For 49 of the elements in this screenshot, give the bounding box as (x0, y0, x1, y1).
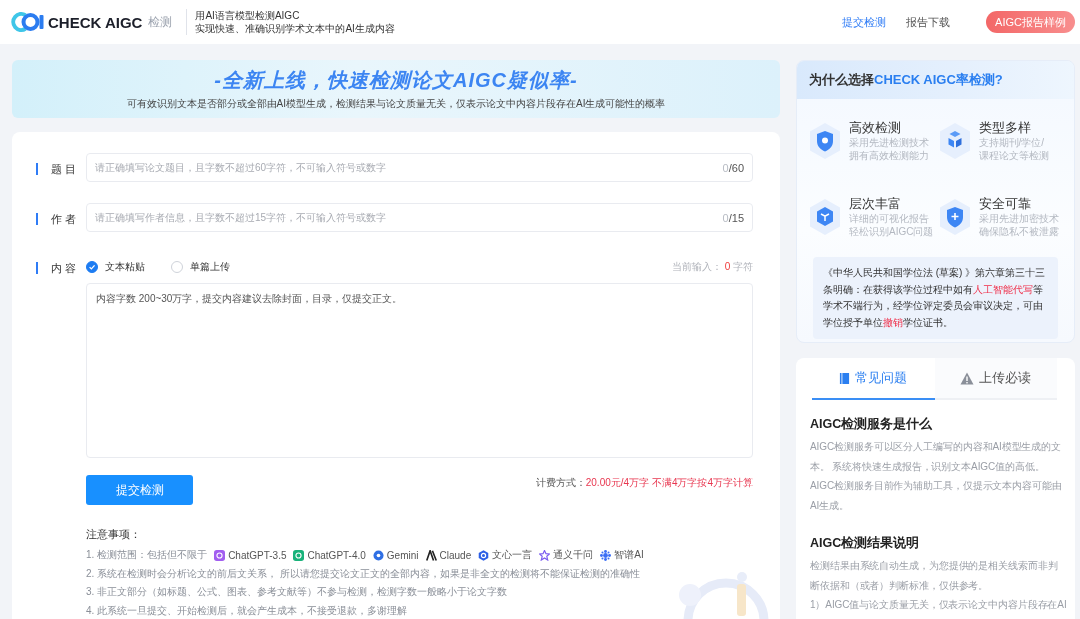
feature-title: 安全可靠 (978, 196, 1031, 212)
input-count: 当前输入： 0 字符 (671, 260, 753, 274)
nav-link[interactable]: 提交检测 (842, 14, 887, 30)
card-title: 为什么选择CHECK AIGC率检测? (809, 71, 1003, 89)
brand-name: CHECK AIGC (48, 13, 143, 31)
feature-description: 详细的可视化报告 轻松识别AIGC问题 (849, 213, 934, 238)
nav-link[interactable]: 报告下载 (906, 14, 951, 30)
note-text: 4. 此系统一旦提交、开始检测后，就会产生成本，不接受退款，多谢理解 (86, 603, 408, 618)
book-icon (839, 371, 851, 385)
model-name: 智谱AI (614, 548, 644, 563)
logo-icon[interactable] (10, 10, 44, 34)
radio-option[interactable]: 文本粘贴 (86, 260, 145, 274)
banner-subtitle: 可有效识别文本是否部分或全部由AI模型生成，检测结果与论文质量无关，仅表示论文中内容片段存在AI生成可能性的概率 (126, 97, 666, 110)
feature-description: 采用先进加密技术 确保隐私不被泄露 (978, 213, 1059, 238)
note-text: 1. 检测范围：包括但不限于 (86, 548, 208, 563)
faq-heading: AIGC检测服务是什么 (810, 416, 933, 433)
char-counter: 0/15 (722, 211, 744, 224)
field-label: 题 目 (36, 162, 77, 175)
brand-suffix: 检测 (148, 13, 173, 31)
feature-title: 类型多样 (978, 120, 1031, 136)
model-name: Gemini (386, 549, 419, 561)
banner-title: -全新上线，快速检测论文AIGC疑似率- (214, 68, 578, 93)
tagline-text: 实现快速、准确识别学术文本中的AI生成内容 (195, 22, 395, 35)
notes-title: 注意事项： (86, 527, 141, 541)
field-label: 作 者 (36, 212, 77, 225)
cube-icon (807, 198, 843, 236)
warning-icon (960, 371, 975, 385)
faq-tab[interactable]: 上传必读 (934, 358, 1057, 400)
shield-icon (807, 122, 843, 160)
char-counter: 0/60 (722, 161, 744, 174)
content-textarea[interactable]: 内容字数 200~30万字，提交内容建议去除封面，目录，仅提交正文。 (86, 283, 753, 458)
law-quote: 《中华人民共和国学位法 (草案) 》第六章第三十三条明确：在获得该学位过程中如有人工智能代写等学术不端行为，经学位评定委员会审议决定，可由学位授予单位撤销学位证书。 (813, 257, 1058, 339)
faq-heading: AIGC检测结果说明 (810, 535, 920, 552)
faq-paragraph: 1）AIGC值与论文质量无关，仅表示论文中内容片段存在AI (810, 598, 1067, 612)
model-name: 通义千问 (553, 548, 594, 563)
model-name: ChatGPT-4.0 (307, 549, 366, 561)
note-text: 2. 系统在检测时会分析论文的前后文关系， 所以请您提交论文正文的全部内容，如果是非全文的检测将不能保证检测的准确性 (86, 566, 640, 581)
tagline-text: 用AI语言模型检测AIGC (195, 9, 301, 22)
faq-paragraph: AIGC检测服务可以区分人工编写的内容和AI模型生成的文本。 系统将快速生成报告，识别文本AIGC值的高低。AIGC检测服务目前作为辅助工具，仅提示文本内容可能由AI生成。 (810, 440, 1063, 513)
note-text: 3. 非正文部分（如标题、公式、图表、参考文献等）不参与检测，检测字数一般略小于论文字数 (86, 585, 508, 600)
model-name: Claude (439, 549, 472, 561)
pricing-note: 计费方式：20.00元/4万字 不满4万字按4万字计算 (535, 476, 753, 490)
field-label: 内 容 (36, 262, 77, 274)
model-name: 文心一言 (492, 548, 533, 563)
radio-option[interactable]: 单篇上传 (171, 260, 230, 274)
feature-title: 高效检测 (849, 120, 901, 136)
faq-paragraph: 检测结果由系统自动生成，为您提供的是相关线索而非判断依据和（或者）判断标准，仅供参考。 (810, 559, 1059, 593)
model-name: ChatGPT-3.5 (228, 549, 287, 561)
feature-title: 层次丰富 (849, 196, 901, 212)
